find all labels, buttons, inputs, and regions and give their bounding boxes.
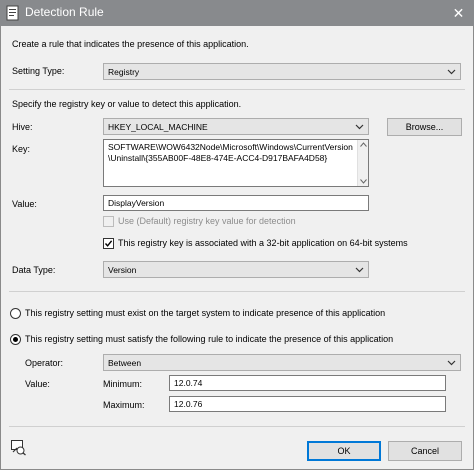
radio-must-satisfy[interactable] [10, 334, 21, 345]
setting-type-select[interactable]: Registry [103, 63, 461, 80]
scroll-down-icon [360, 179, 367, 184]
minimum-input[interactable]: 12.0.74 [169, 375, 446, 391]
maximum-value: 12.0.76 [174, 399, 203, 409]
key-value: SOFTWARE\WOW6432Node\Microsoft\Windows\C… [108, 142, 353, 163]
title-bar: Detection Rule ✕ [0, 0, 474, 26]
cancel-button[interactable]: Cancel [388, 441, 462, 461]
section-separator [9, 291, 465, 292]
registry-intro-text: Specify the registry key or value to det… [12, 99, 242, 109]
radio-must-satisfy-label: This registry setting must satisfy the f… [25, 334, 394, 344]
data-type-select[interactable]: Version [103, 261, 369, 278]
checkmark-icon [104, 240, 113, 247]
minimum-label: Minimum: [103, 379, 143, 389]
app-icon [5, 5, 21, 21]
close-button[interactable]: ✕ [443, 0, 474, 26]
operator-label: Operator: [25, 358, 64, 368]
intro-text: Create a rule that indicates the presenc… [12, 39, 249, 49]
chevron-down-icon [447, 360, 456, 366]
hive-value: HKEY_LOCAL_MACHINE [108, 121, 208, 132]
value-input[interactable]: DisplayVersion [103, 195, 369, 211]
hive-label: Hive: [12, 122, 33, 132]
value-text: DisplayVersion [108, 198, 165, 208]
data-type-value: Version [108, 264, 137, 275]
hive-select[interactable]: HKEY_LOCAL_MACHINE [103, 118, 369, 135]
radio-must-exist[interactable] [10, 308, 21, 319]
close-icon: ✕ [452, 4, 465, 21]
footer-separator [9, 426, 465, 427]
use-default-label: Use (Default) registry key value for det… [118, 216, 296, 226]
key-label: Key: [12, 144, 31, 154]
chevron-down-icon [447, 69, 456, 75]
minimum-value: 12.0.74 [174, 378, 203, 388]
help-icon[interactable] [10, 439, 27, 456]
is32bit-checkbox[interactable] [103, 238, 114, 249]
chevron-down-icon [355, 267, 364, 273]
browse-button[interactable]: Browse... [387, 118, 462, 136]
operator-select[interactable]: Between [103, 354, 461, 371]
is32bit-label: This registry key is associated with a 3… [118, 238, 408, 248]
rule-value-label: Value: [25, 379, 50, 389]
scroll-up-icon [360, 142, 367, 147]
value-label: Value: [12, 199, 37, 209]
section-separator [9, 89, 465, 90]
maximum-label: Maximum: [103, 400, 145, 410]
key-scrollbar[interactable] [357, 140, 368, 186]
setting-type-label: Setting Type: [12, 66, 65, 76]
chevron-down-icon [355, 124, 364, 130]
data-type-label: Data Type: [12, 265, 56, 275]
window-title: Detection Rule [25, 5, 104, 19]
use-default-checkbox[interactable] [103, 216, 114, 227]
key-textarea[interactable]: SOFTWARE\WOW6432Node\Microsoft\Windows\C… [103, 139, 369, 187]
radio-must-exist-label: This registry setting must exist on the … [25, 308, 386, 318]
setting-type-value: Registry [108, 66, 140, 77]
operator-value: Between [108, 357, 142, 368]
maximum-input[interactable]: 12.0.76 [169, 396, 446, 412]
ok-button[interactable]: OK [307, 441, 381, 461]
